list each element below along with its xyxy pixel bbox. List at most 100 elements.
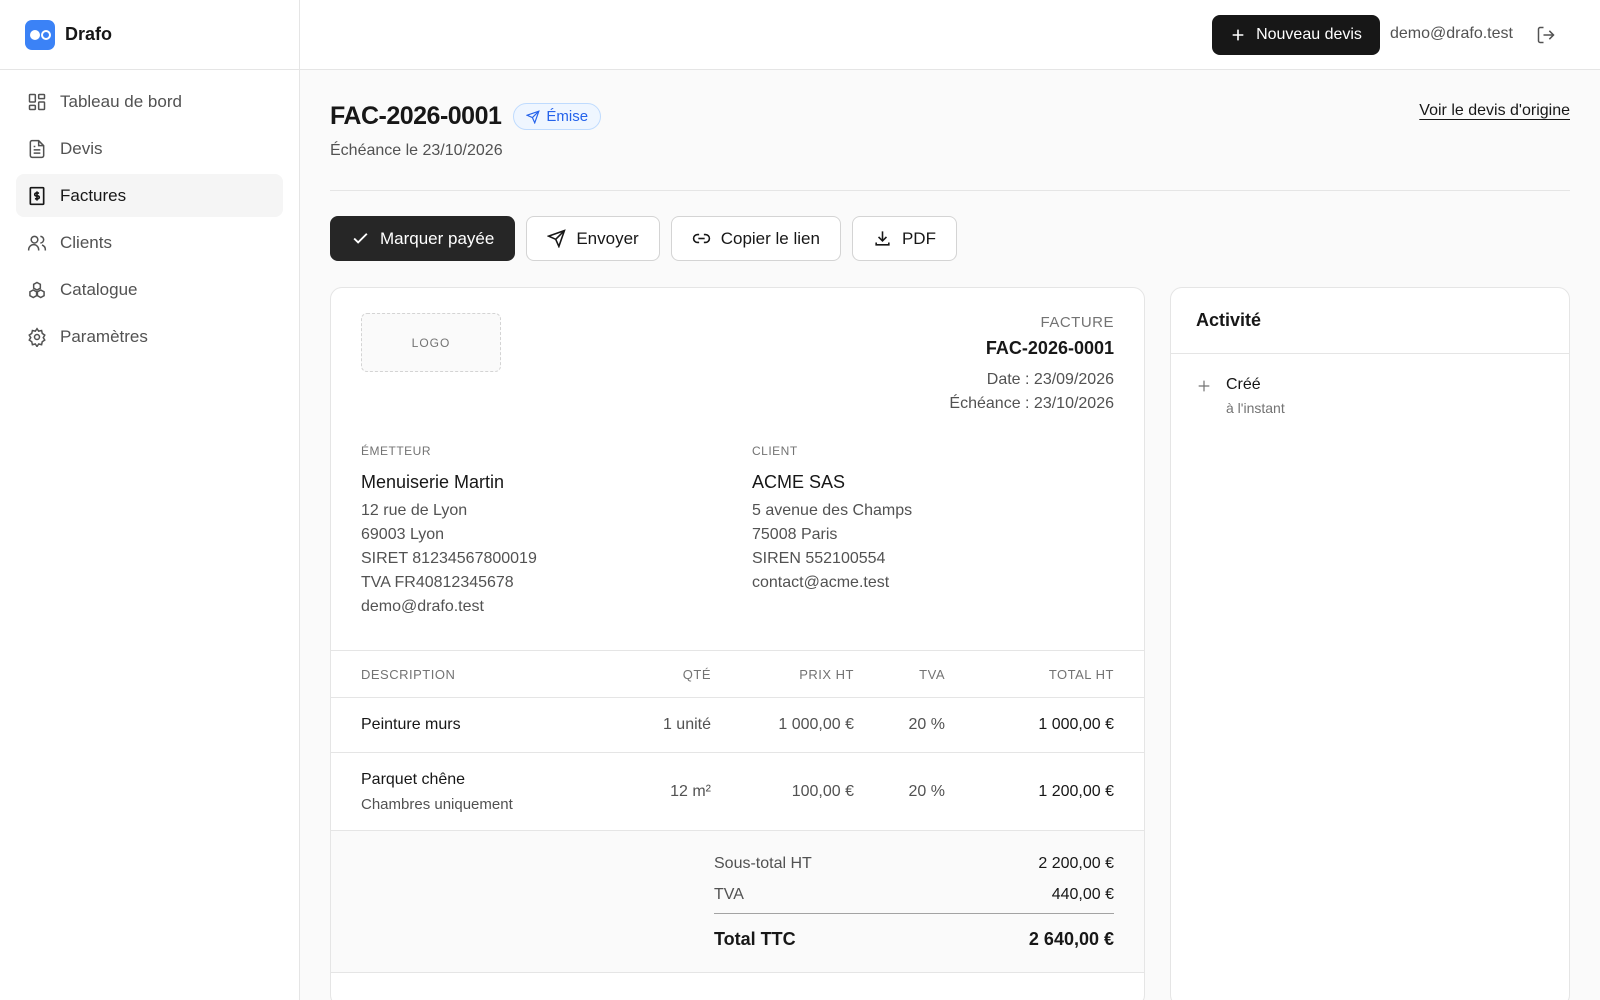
brand[interactable]: Drafo [0,0,299,70]
issuer-line: 12 rue de Lyon [361,502,468,519]
document-number: FAC-2026-0001 [985,338,1114,358]
activity-title: Activité [1171,288,1569,354]
issuer-name: Menuiserie Martin [361,472,505,492]
client-block: CLIENT ACME SAS 5 avenue des Champs 7500… [752,444,1112,595]
col-qty: QTÉ [682,666,711,682]
totals-block: Sous-total HT 2 200,00 € TVA 440,00 € To… [331,831,1144,973]
row-unit-price: 1 000,00 € [778,716,854,733]
client-line: SIREN 552100554 [752,550,886,567]
document-date: Date : 23/09/2026 [986,371,1114,388]
table-row: Parquet chêne Chambres uniquement 12 m² … [331,753,1144,831]
boxes-icon [29,281,45,298]
new-quote-button[interactable]: Nouveau devis [1212,15,1380,55]
gear-icon [28,326,46,347]
client-line: 5 avenue des Champs [752,502,913,519]
action-bar: Marquer payée Envoyer Copier le lien PDF [330,216,957,261]
user-email: demo@drafo.test [1390,25,1513,42]
issuer-line: 69003 Lyon [361,526,445,543]
sidebar-item-label: Factures [60,185,127,205]
mark-paid-label: Marquer payée [380,228,495,248]
check-icon [353,233,368,244]
activity-time: à l'instant [1226,400,1285,416]
plus-icon [1232,29,1244,41]
pdf-button[interactable]: PDF [851,216,957,261]
file-text-icon [29,139,45,158]
issuer-line: TVA FR40812345678 [361,574,514,591]
document-header: FACTURE FAC-2026-0001 Date : 23/09/2026 … [949,314,1114,416]
sidebar-item-label: Devis [60,138,103,158]
row-note: Chambres uniquement [361,795,513,813]
divider [330,190,1570,191]
total-label: Total TTC [714,929,796,949]
logo-placeholder: LOGO [361,313,501,372]
activity-panel: Activité Créé à l'instant [1170,287,1570,1000]
issuer-block: ÉMETTEUR Menuiserie Martin 12 rue de Lyo… [361,444,721,619]
sidebar-item-settings[interactable]: Paramètres [16,315,283,358]
mark-paid-button[interactable]: Marquer payée [330,216,516,261]
page-title: FAC-2026-0001 [330,102,502,130]
row-total: 1 200,00 € [1038,782,1114,800]
download-icon [875,231,890,246]
row-vat: 20 % [908,716,945,733]
send-label: Envoyer [576,228,639,248]
activity-text: Créé à l'instant [1226,376,1285,416]
sidebar-item-invoices[interactable]: Factures [16,174,283,217]
sidebar-item-clients[interactable]: Clients [16,221,283,264]
row-vat: 20 % [908,782,945,800]
copy-link-button[interactable]: Copier le lien [670,216,841,261]
vat-row: TVA 440,00 € [714,886,1114,904]
vat-label: TVA [714,886,744,903]
origin-quote-link[interactable]: Voir le devis d'origine [1419,102,1570,120]
col-description: DESCRIPTION [361,666,456,682]
pdf-label: PDF [901,228,936,248]
title-row: FAC-2026-0001 Émise [330,102,602,131]
sidebar-item-catalogue[interactable]: Catalogue [16,268,283,311]
brand-name: Drafo [65,24,113,44]
users-icon [27,235,47,250]
activity-item: Créé à l'instant [1196,376,1285,416]
total-value: 2 640,00 € [1028,929,1114,949]
sidebar-item-label: Tableau de bord [60,91,182,111]
col-vat: TVA [919,666,945,682]
issuer-label: ÉMETTEUR [361,444,431,458]
copy-link-label: Copier le lien [720,228,820,248]
col-total: TOTAL HT [1048,666,1114,682]
brand-logo-icon [25,19,55,50]
col-unit-price: PRIX HT [799,666,854,682]
client-label: CLIENT [752,444,798,458]
sidebar-nav: Tableau de bord Devis Factures Clients C… [0,70,299,372]
activity-label: Créé [1226,376,1261,393]
sidebar-item-label: Paramètres [60,326,148,346]
client-line: contact@acme.test [752,574,890,591]
sidebar-item-label: Catalogue [60,279,138,299]
row-description: Peinture murs [361,716,461,733]
client-name: ACME SAS [752,472,846,492]
sidebar-item-quotes[interactable]: Devis [16,127,283,170]
issuer-line: demo@drafo.test [361,598,484,615]
document-kind: FACTURE [1040,314,1114,331]
link-icon [692,233,710,244]
send-icon [547,229,567,248]
logout-icon[interactable] [1536,25,1556,45]
sidebar-item-dashboard[interactable]: Tableau de bord [16,80,283,123]
total-row: Total TTC 2 640,00 € [714,929,1114,950]
totals-divider [714,913,1114,914]
table-row: Peinture murs 1 unité 1 000,00 € 20 % 1 … [331,698,1144,753]
receipt-icon [29,186,45,205]
document-dates: Date : 23/09/2026 Échéance : 23/10/2026 [949,368,1114,416]
row-unit-price: 100,00 € [791,782,854,800]
vat-value: 440,00 € [1051,886,1114,903]
send-button[interactable]: Envoyer [526,216,660,261]
topbar: Nouveau devis demo@drafo.test [300,0,1600,70]
line-items-table: DESCRIPTION QTÉ PRIX HT TVA TOTAL HT Pei… [331,650,1144,831]
subtotal-label: Sous-total HT [714,855,812,872]
row-total: 1 000,00 € [1038,716,1114,733]
row-description-cell: Parquet chêne Chambres uniquement [361,771,631,813]
status-label: Émise [546,108,589,125]
subtotal-value: 2 200,00 € [1038,855,1114,872]
row-qty: 1 unité [662,716,711,733]
due-date: Échéance le 23/10/2026 [330,142,503,159]
subtotal-row: Sous-total HT 2 200,00 € [714,855,1114,873]
invoice-preview: LOGO FACTURE FAC-2026-0001 Date : 23/09/… [330,287,1145,1000]
sidebar-item-label: Clients [60,232,112,252]
